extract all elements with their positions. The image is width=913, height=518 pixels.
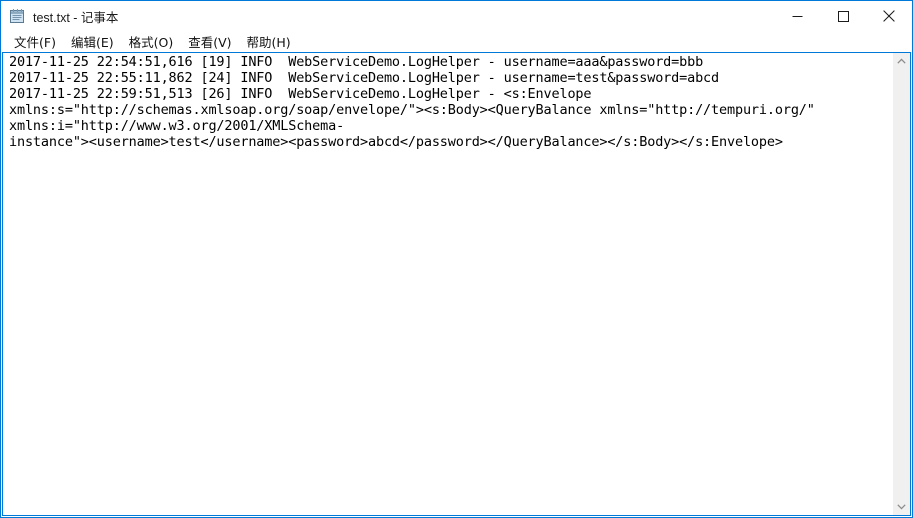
close-button[interactable] [866,1,912,31]
text-line: 2017-11-25 22:59:51,513 [26] INFO WebSer… [9,86,592,102]
menu-item-help[interactable]: 帮助(H) [240,30,299,53]
scrollbar-track[interactable] [893,70,910,498]
text-line: xmlns:s="http://schemas.xmlsoap.org/soap… [9,102,815,118]
window-title: test.txt - 记事本 [33,10,119,25]
notepad-window: test.txt - 记事本 文件(F) 编辑(E) 格式(O) 查看(V) 帮… [0,0,913,518]
menu-item-format[interactable]: 格式(O) [122,30,182,53]
text-editor[interactable]: 2017-11-25 22:54:51,616 [19] INFO WebSer… [3,53,892,515]
text-line: xmlns:i="http://www.w3.org/2001/XMLSchem… [9,118,345,134]
menu-bar: 文件(F) 编辑(E) 格式(O) 查看(V) 帮助(H) [1,31,912,52]
vertical-scrollbar[interactable] [892,53,910,515]
editor-frame: 2017-11-25 22:54:51,616 [19] INFO WebSer… [2,52,911,516]
menu-item-file[interactable]: 文件(F) [7,30,64,53]
title-bar[interactable]: test.txt - 记事本 [1,1,912,31]
maximize-button[interactable] [820,1,866,31]
chevron-up-icon[interactable] [893,53,910,70]
window-controls [774,1,912,31]
notepad-icon [9,8,26,25]
menu-item-edit[interactable]: 编辑(E) [64,30,122,53]
menu-item-view[interactable]: 查看(V) [181,30,239,53]
title-bar-left: test.txt - 记事本 [1,7,774,26]
text-line: 2017-11-25 22:54:51,616 [19] INFO WebSer… [9,54,704,70]
chevron-down-icon[interactable] [893,498,910,515]
text-line: instance"><username>test</username><pass… [9,134,783,150]
text-line: 2017-11-25 22:55:11,862 [24] INFO WebSer… [9,70,720,86]
minimize-button[interactable] [774,1,820,31]
